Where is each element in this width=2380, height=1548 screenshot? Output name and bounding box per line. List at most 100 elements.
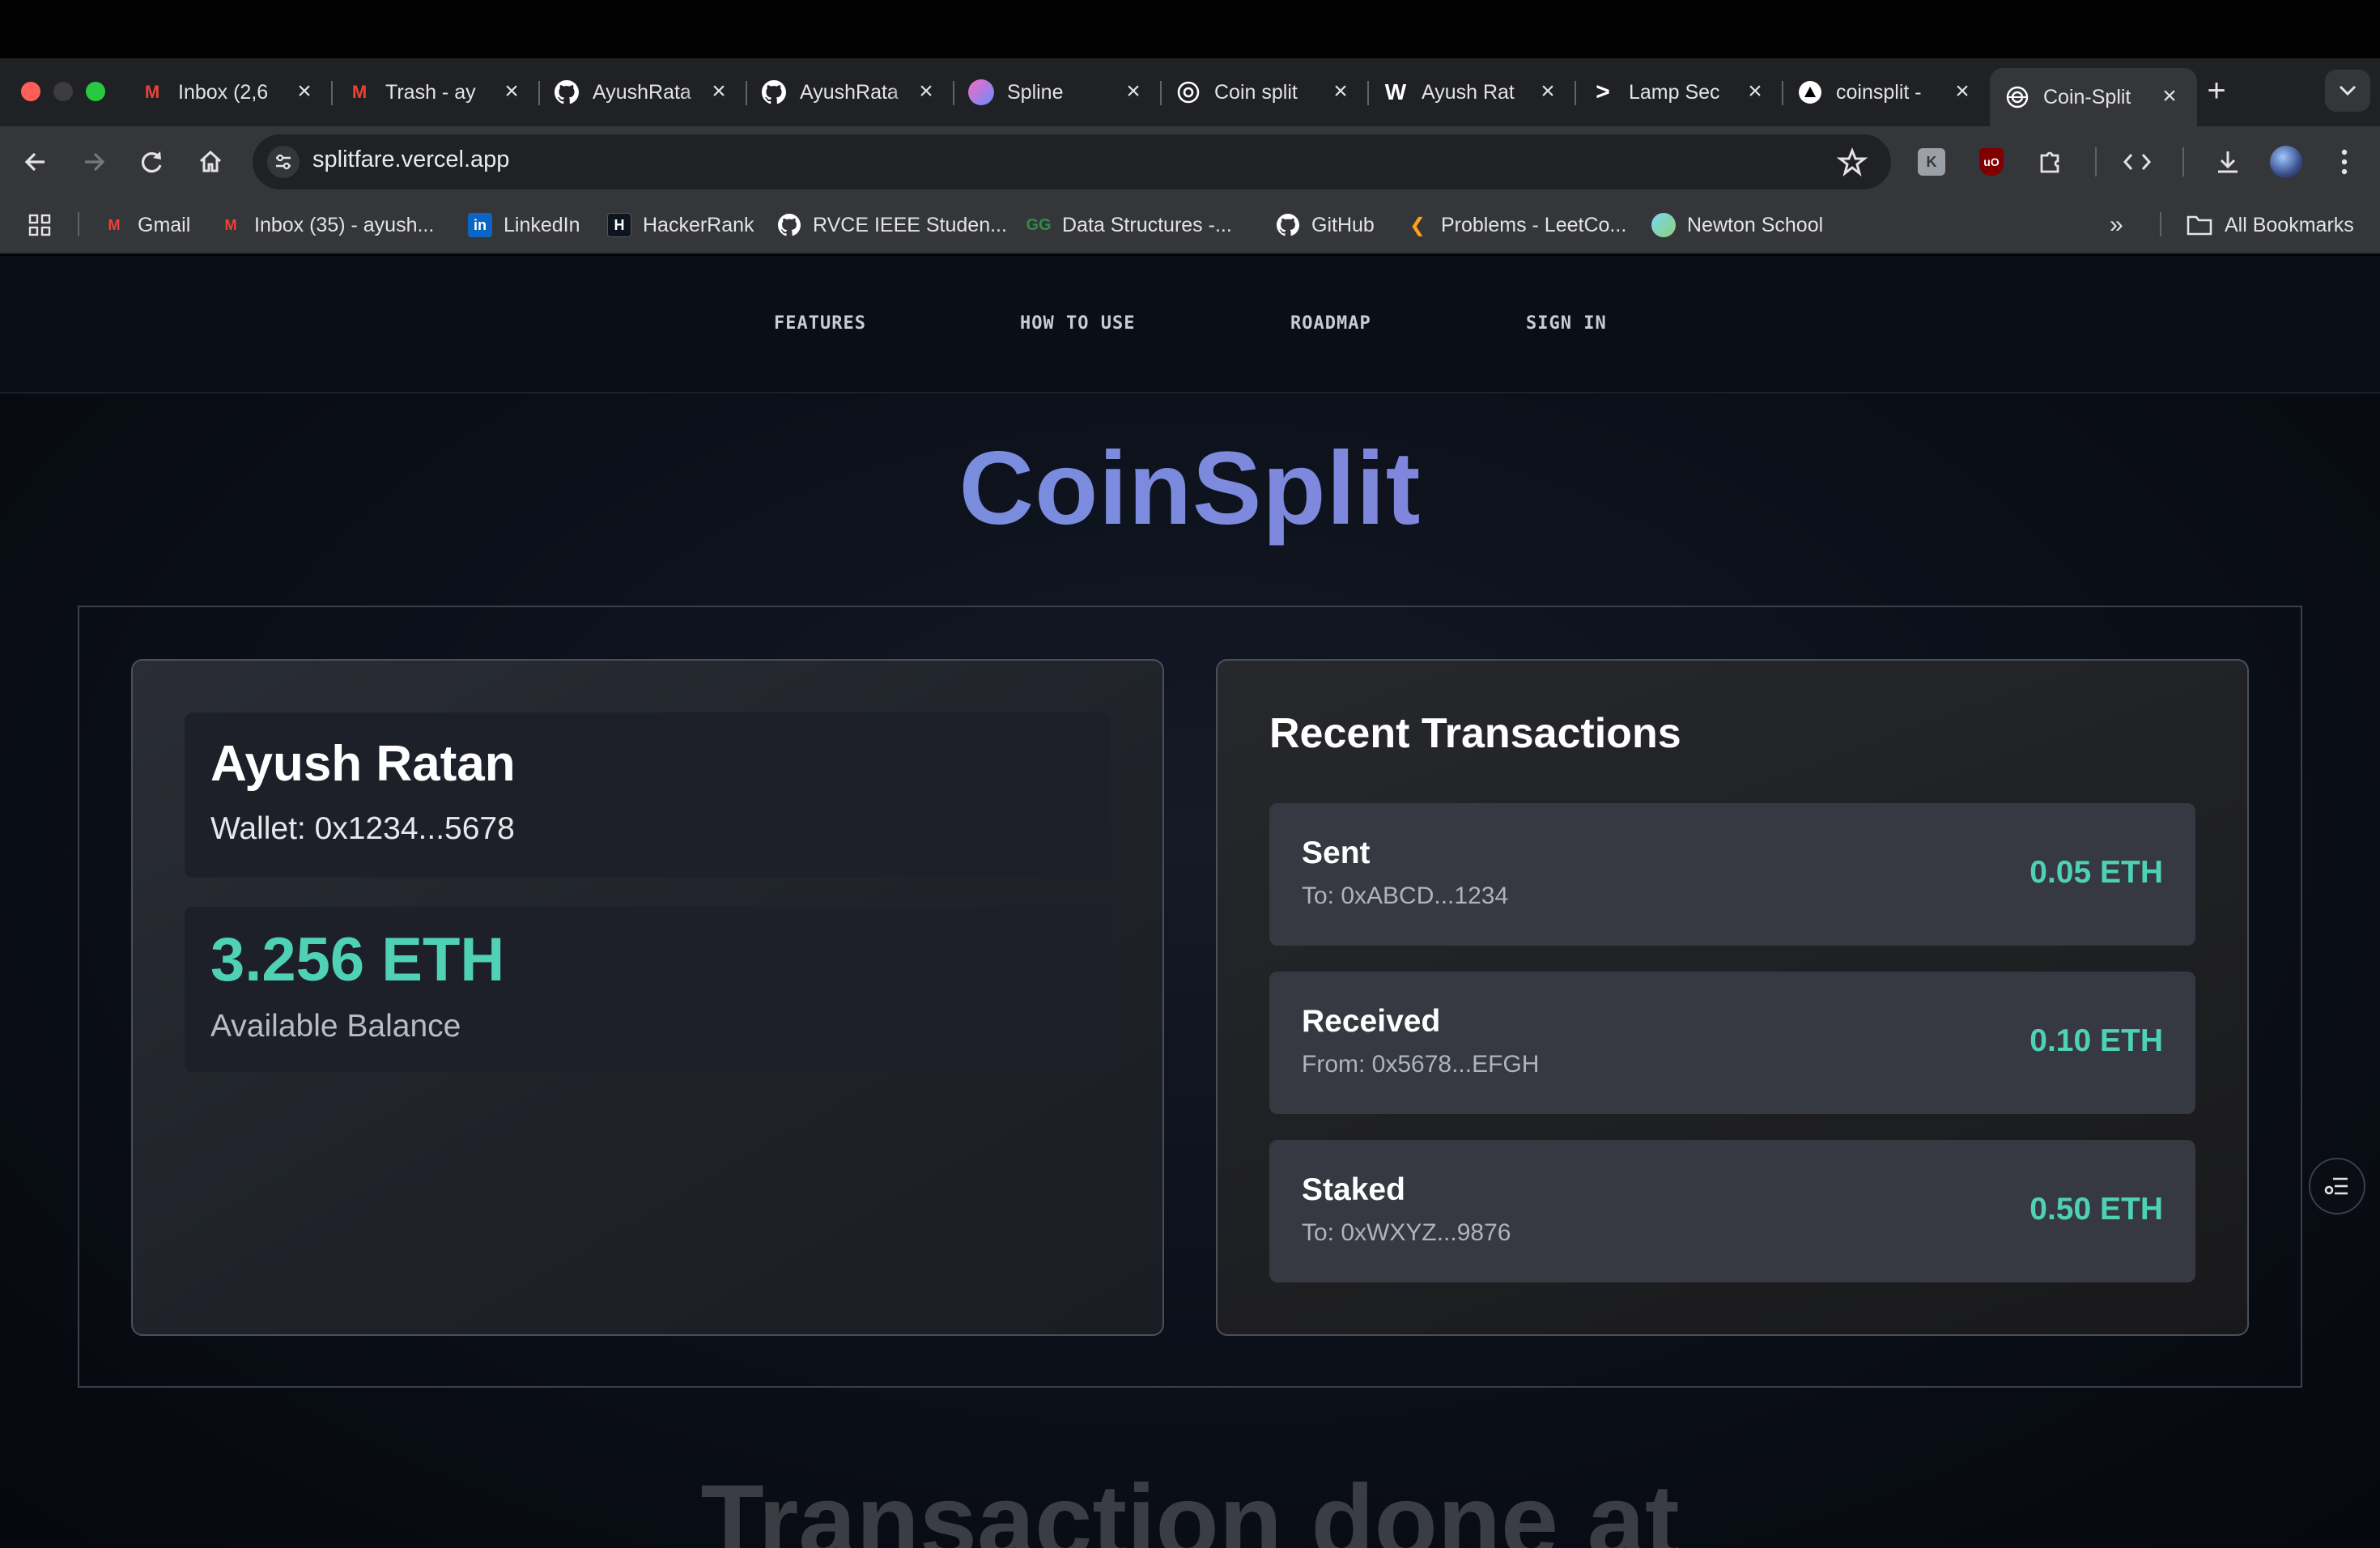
transaction-row[interactable]: Sent To: 0xABCD...1234 0.05 ETH — [1269, 803, 2195, 946]
extension-icon: K — [1918, 148, 1945, 176]
bookmark-hackerrank[interactable]: H HackerRank — [607, 209, 754, 241]
webpage: FEATURES HOW TO USE ROADMAP SIGN IN Coin… — [0, 256, 2380, 1548]
bookmark-inbox[interactable]: M Inbox (35) - ayush... — [219, 209, 435, 241]
tab-title: AyushRata — [800, 80, 899, 104]
home-button[interactable] — [191, 142, 230, 181]
browser-menu-button[interactable] — [2327, 144, 2362, 180]
code-icon — [2123, 154, 2152, 170]
brand-title: CoinSplit — [0, 429, 2380, 548]
close-tab-icon[interactable]: × — [1535, 79, 1561, 105]
tab-title: Trash - ay — [385, 80, 476, 104]
tab-title: Spline — [1007, 80, 1064, 104]
linkedin-icon: in — [468, 213, 492, 237]
close-tab-icon[interactable]: × — [706, 79, 732, 105]
floating-menu-button[interactable] — [2309, 1158, 2365, 1214]
tab-search-button[interactable] — [2325, 70, 2370, 112]
tab-title: Coin-Split — [2043, 85, 2131, 108]
bookmark-leetcode[interactable]: ❮ Problems - LeetCo... — [1405, 209, 1626, 241]
close-tab-icon[interactable]: × — [1949, 79, 1975, 105]
bookmark-linkedin[interactable]: in LinkedIn — [468, 209, 580, 241]
double-chevron-right-icon: » — [2110, 211, 2123, 238]
devtools-button[interactable] — [2119, 144, 2155, 180]
openai-icon — [1175, 79, 1201, 105]
close-tab-icon[interactable]: × — [1328, 79, 1354, 105]
chevron-down-icon — [2339, 85, 2357, 96]
bookmark-github[interactable]: GitHub — [1276, 209, 1375, 241]
site-navbar — [0, 256, 2380, 393]
transaction-row[interactable]: Received From: 0x5678...EFGH 0.10 ETH — [1269, 972, 2195, 1114]
maximize-window-button[interactable] — [86, 82, 105, 101]
tab-coin-split-chat[interactable]: Coin split × — [1161, 68, 1369, 117]
download-icon — [2218, 151, 2238, 173]
tab-title: coinsplit - — [1836, 80, 1922, 104]
github-icon — [777, 213, 801, 237]
ublock-icon: uO — [1979, 148, 2004, 176]
close-tab-icon[interactable]: × — [499, 79, 525, 105]
bookmark-label: Inbox (35) - ayush... — [254, 213, 435, 236]
close-tab-icon[interactable]: × — [2157, 84, 2182, 110]
extensions-menu-button[interactable] — [2032, 144, 2068, 180]
close-tab-icon[interactable]: × — [291, 79, 317, 105]
balance-amount: 3.256 ETH — [210, 925, 505, 994]
apps-button[interactable] — [28, 209, 52, 241]
gmail-icon: M — [144, 82, 160, 102]
nav-sign-in[interactable]: SIGN IN — [1526, 313, 1607, 334]
transaction-address: To: 0xWXYZ...9876 — [1302, 1219, 1511, 1246]
tab-title: Ayush Rat — [1422, 80, 1515, 104]
bookmark-data-structures[interactable]: GG Data Structures -... — [1026, 209, 1231, 241]
spline-icon — [968, 79, 994, 105]
tab-ayush-portfolio[interactable]: W Ayush Rat × — [1368, 68, 1576, 117]
back-button[interactable] — [16, 142, 55, 181]
close-window-button[interactable] — [21, 82, 40, 101]
github-icon — [554, 79, 580, 105]
tab-inbox[interactable]: M Inbox (2,6 × — [125, 68, 333, 117]
tab-coin-split-active[interactable]: Coin-Split × — [1990, 68, 2197, 126]
os-menubar — [0, 0, 2380, 58]
bookmark-star-button[interactable] — [1834, 144, 1870, 180]
nav-roadmap[interactable]: ROADMAP — [1290, 313, 1371, 334]
transaction-type: Staked — [1302, 1172, 1405, 1207]
forward-button[interactable] — [74, 142, 113, 181]
bookmark-label: Problems - LeetCo... — [1441, 213, 1627, 236]
coin-icon — [2004, 84, 2030, 110]
nav-features[interactable]: FEATURES — [774, 313, 866, 334]
bookmark-rvce-ieee[interactable]: RVCE IEEE Studen... — [777, 209, 1007, 241]
tab-coinsplit-vercel[interactable]: coinsplit - × — [1783, 68, 1990, 117]
all-bookmarks-button[interactable]: All Bookmarks — [2186, 209, 2354, 241]
transaction-type: Received — [1302, 1004, 1441, 1039]
tab-lamp-section[interactable]: > Lamp Sec × — [1575, 68, 1783, 117]
leetcode-icon: ❮ — [1409, 214, 1426, 236]
tab-github-2[interactable]: AyushRata × — [746, 68, 954, 117]
tune-icon — [276, 154, 291, 170]
gmail-icon: M — [224, 216, 237, 233]
wallet-address: Wallet: 0x1234...5678 — [210, 811, 515, 846]
extension-button-1[interactable]: K — [1914, 144, 1949, 180]
nav-how-to-use[interactable]: HOW TO USE — [1020, 313, 1135, 334]
minimize-window-button[interactable] — [53, 82, 73, 101]
transaction-row[interactable]: Staked To: 0xWXYZ...9876 0.50 ETH — [1269, 1140, 2195, 1282]
transactions-title: Recent Transactions — [1269, 710, 1681, 757]
tab-github-1[interactable]: AyushRata × — [539, 68, 747, 117]
close-tab-icon[interactable]: × — [1120, 79, 1146, 105]
github-icon — [1276, 213, 1300, 237]
reload-button[interactable] — [133, 142, 172, 181]
more-bookmarks-button[interactable]: » — [2110, 209, 2123, 241]
ublock-button[interactable]: uO — [1974, 144, 2009, 180]
bookmark-label: Newton School — [1687, 213, 1824, 236]
downloads-button[interactable] — [2210, 144, 2246, 180]
tab-trash[interactable]: M Trash - ay × — [332, 68, 540, 117]
bookmark-newton-school[interactable]: Newton School — [1651, 209, 1823, 241]
tab-spline[interactable]: Spline × — [954, 68, 1162, 117]
transaction-amount: 0.50 ETH — [2029, 1192, 2163, 1227]
transaction-address: From: 0x5678...EFGH — [1302, 1051, 1540, 1078]
new-tab-button[interactable]: + — [2199, 74, 2234, 110]
close-tab-icon[interactable]: × — [913, 79, 939, 105]
profile-button[interactable] — [2268, 144, 2304, 180]
close-tab-icon[interactable]: × — [1742, 79, 1768, 105]
all-bookmarks-label: All Bookmarks — [2225, 213, 2354, 236]
tab-title: AyushRata — [593, 80, 691, 104]
tab-title: Lamp Sec — [1629, 80, 1720, 104]
url-text[interactable]: splitfare.vercel.app — [312, 147, 509, 173]
site-info-button[interactable] — [267, 146, 300, 178]
bookmark-gmail[interactable]: M Gmail — [102, 209, 191, 241]
